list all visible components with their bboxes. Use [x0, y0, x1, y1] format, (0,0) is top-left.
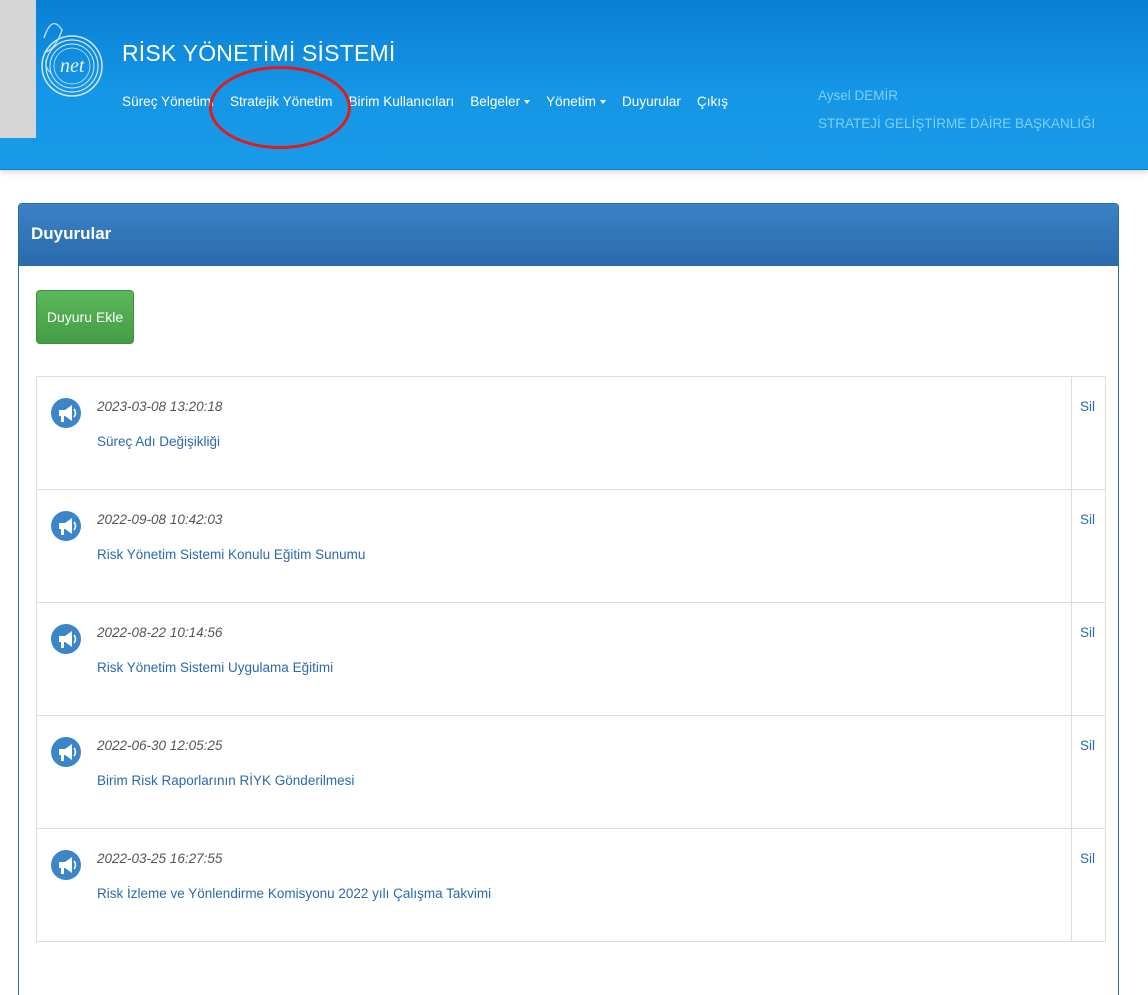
announcement-title[interactable]: Birim Risk Raporlarının RİYK Gönderilmes… [97, 773, 354, 788]
user-department: STRATEJİ GELİŞTİRME DAİRE BAŞKANLIĞI [818, 116, 1096, 131]
add-announcement-button[interactable]: Duyuru Ekle [36, 290, 134, 344]
megaphone-icon [51, 624, 81, 654]
nav-item-surec-yonetimi[interactable]: Süreç Yönetimi [122, 94, 214, 109]
list-item: 2022-06-30 12:05:25 Birim Risk Raporları… [37, 716, 1105, 829]
user-info: Aysel DEMİR STRATEJİ GELİŞTİRME DAİRE BA… [818, 82, 1095, 138]
delete-button[interactable]: Sil [1080, 851, 1095, 866]
nav-item-yonetim[interactable]: Yönetim [546, 94, 606, 109]
nav-item-label: Belgeler [470, 94, 521, 109]
caret-down-icon [599, 99, 606, 104]
delete-button[interactable]: Sil [1080, 738, 1095, 753]
user-name: Aysel DEMİR [818, 88, 899, 103]
highlight-annotation [209, 66, 351, 149]
announcement-date: 2023-03-08 13:20:18 [97, 399, 223, 414]
nav-item-duyurular[interactable]: Duyurular [622, 94, 681, 109]
panel-title: Duyurular [19, 204, 1118, 266]
delete-column [1071, 377, 1105, 489]
list-item: 2023-03-08 13:20:18 Süreç Adı Değişikliğ… [37, 377, 1105, 490]
nav-item-label: Duyurular [621, 94, 681, 109]
logo-text: net [60, 55, 85, 77]
nav-item-label: Çıkış [696, 94, 728, 109]
delete-button[interactable]: Sil [1080, 512, 1095, 527]
logo-icon: net [41, 22, 103, 97]
announcement-title[interactable]: Süreç Adı Değişikliği [97, 434, 220, 449]
megaphone-icon [51, 511, 81, 541]
announcement-date: 2022-03-25 16:27:55 [97, 851, 223, 866]
list-item: 2022-03-25 16:27:55 Risk İzleme ve Yönle… [37, 829, 1105, 941]
announcement-title[interactable]: Risk Yönetim Sistemi Konulu Eğitim Sunum… [97, 547, 365, 562]
delete-button[interactable]: Sil [1080, 625, 1095, 640]
list-item: 2022-08-22 10:14:56 Risk Yönetim Sistemi… [37, 603, 1105, 716]
announcement-list: 2023-03-08 13:20:18 Süreç Adı Değişikliğ… [36, 376, 1106, 942]
announcement-date: 2022-08-22 10:14:56 [97, 625, 223, 640]
nav-item-birim-kullanicilari[interactable]: Birim Kullanıcıları [348, 94, 454, 109]
announcement-date: 2022-06-30 12:05:25 [97, 738, 223, 753]
megaphone-icon [51, 850, 81, 880]
nav-item-label: Süreç Yönetimi [122, 94, 214, 109]
top-navbar: net RİSK YÖNETİMİ SİSTEMİ Süreç Yönetimi… [0, 0, 1148, 170]
announcement-date: 2022-09-08 10:42:03 [97, 512, 223, 527]
megaphone-icon [51, 737, 81, 767]
app-title: RİSK YÖNETİMİ SİSTEMİ [122, 40, 396, 66]
megaphone-icon [51, 398, 81, 428]
nav-item-label: Birim Kullanıcıları [348, 94, 455, 109]
delete-column [1071, 829, 1105, 941]
delete-column [1071, 490, 1105, 602]
delete-column [1071, 716, 1105, 828]
nav-item-cikis[interactable]: Çıkış [697, 94, 728, 109]
list-item: 2022-09-08 10:42:03 Risk Yönetim Sistemi… [37, 490, 1105, 603]
nav-item-belgeler[interactable]: Belgeler [470, 94, 531, 109]
announcement-title[interactable]: Risk İzleme ve Yönlendirme Komisyonu 202… [97, 886, 491, 901]
window-edge [0, 0, 36, 138]
delete-column [1071, 603, 1105, 715]
announcements-panel: Duyurular Duyuru Ekle 2023-03-08 13:20:1… [18, 203, 1119, 995]
nav-item-label: Yönetim [546, 94, 596, 109]
announcement-title[interactable]: Risk Yönetim Sistemi Uygulama Eğitimi [97, 660, 333, 675]
delete-button[interactable]: Sil [1080, 399, 1095, 414]
caret-down-icon [524, 99, 531, 104]
